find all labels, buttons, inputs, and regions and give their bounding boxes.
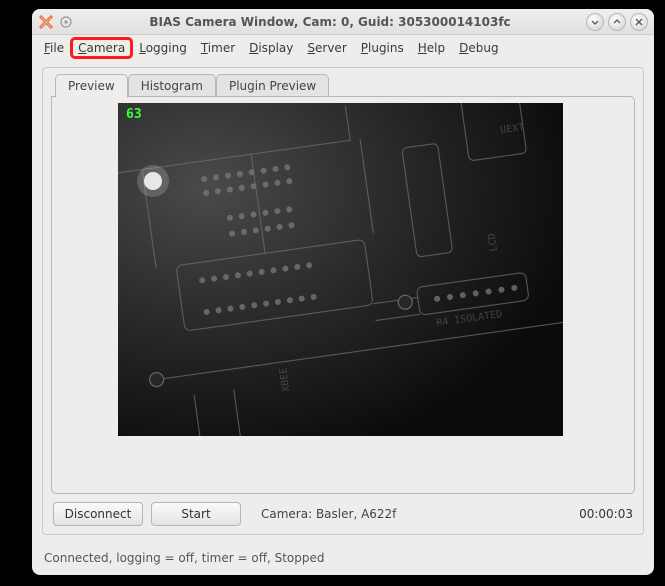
maximize-button[interactable] [608,13,626,31]
tab-plugin-preview[interactable]: Plugin Preview [216,74,329,97]
disconnect-button[interactable]: Disconnect [53,502,143,526]
menu-server[interactable]: Server [301,39,352,57]
app-window: BIAS Camera Window, Cam: 0, Guid: 305300… [32,9,654,575]
menu-camera[interactable]: Camera [72,39,131,57]
tab-body: XBEE LCD R4 ISOLATED UEXT 63 [51,96,635,494]
close-button[interactable] [630,13,648,31]
tab-histogram[interactable]: Histogram [128,74,216,97]
app-icon [38,14,54,30]
panel: Preview Histogram Plugin Preview [42,67,644,535]
elapsed-time: 00:00:03 [579,507,633,521]
menu-timer[interactable]: Timer [195,39,241,57]
menu-debug[interactable]: Debug [453,39,504,57]
window-title: BIAS Camera Window, Cam: 0, Guid: 305300… [78,15,582,29]
menu-help[interactable]: Help [412,39,451,57]
menu-file[interactable]: File [38,39,70,57]
status-text: Connected, logging = off, timer = off, S… [44,551,325,565]
menu-logging[interactable]: Logging [133,39,193,57]
pin-icon[interactable] [58,14,74,30]
control-row: Disconnect Start Camera: Basler, A622f 0… [51,494,635,526]
start-button[interactable]: Start [151,502,241,526]
preview-fps-label: 63 [126,107,142,122]
minimize-button[interactable] [586,13,604,31]
menu-display[interactable]: Display [243,39,299,57]
menubar: File Camera Logging Timer Display Server… [32,35,654,61]
tabstrip: Preview Histogram Plugin Preview [51,74,635,97]
menu-plugins[interactable]: Plugins [355,39,410,57]
camera-preview-image: XBEE LCD R4 ISOLATED UEXT 63 [118,103,563,436]
tab-preview[interactable]: Preview [55,74,128,98]
titlebar: BIAS Camera Window, Cam: 0, Guid: 305300… [32,9,654,35]
camera-info-label: Camera: Basler, A622f [261,507,396,521]
status-bar: Connected, logging = off, timer = off, S… [32,543,654,575]
content-area: Preview Histogram Plugin Preview [32,61,654,543]
